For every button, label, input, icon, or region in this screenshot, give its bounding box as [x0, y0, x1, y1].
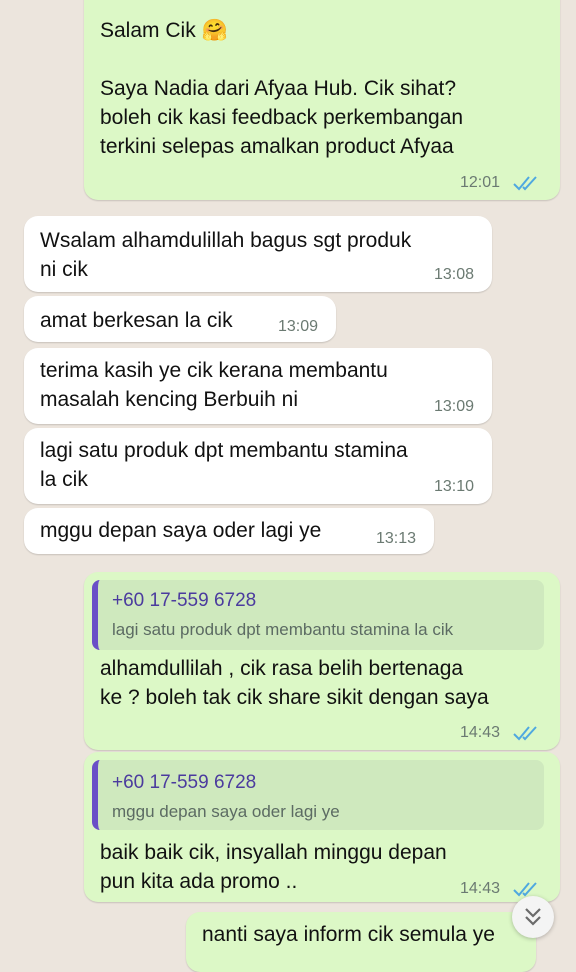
message-text: Salam Cik 🤗 Saya Nadia dari Afyaa Hub. C…	[100, 19, 464, 158]
message-time: 14:43	[460, 880, 501, 897]
quoted-message[interactable]: +60 17-559 6728 mggu depan saya oder lag…	[92, 760, 544, 830]
message-time: 13:13	[376, 530, 417, 547]
message-text: alhamdullilah , cik rasa belih bertenaga…	[100, 657, 489, 709]
message-incoming-1[interactable]: Wsalam alhamdulillah bagus sgt produk ni…	[24, 216, 492, 292]
quoted-sender: +60 17-559 6728	[112, 772, 257, 793]
message-incoming-4[interactable]: lagi satu produk dpt membantu stamina la…	[24, 428, 492, 504]
quoted-sender: +60 17-559 6728	[112, 590, 257, 611]
message-text: mggu depan saya oder lagi ye	[40, 519, 322, 542]
message-time: 13:09	[434, 398, 475, 415]
message-text: Wsalam alhamdulillah bagus sgt produk ni…	[40, 229, 412, 281]
double-check-icon	[513, 726, 537, 741]
message-time: 13:08	[434, 266, 475, 283]
double-check-icon	[513, 176, 537, 191]
scroll-to-bottom-button[interactable]	[512, 896, 554, 938]
message-text: terima kasih ye cik kerana membantu masa…	[40, 359, 388, 411]
message-text: lagi satu produk dpt membantu stamina la…	[40, 439, 408, 491]
message-time: 13:09	[278, 318, 319, 335]
message-outgoing-4[interactable]: nanti saya inform cik semula ye	[186, 912, 536, 972]
chevron-double-down-icon	[525, 908, 541, 926]
message-time: 13:10	[434, 478, 475, 495]
message-incoming-2[interactable]: amat berkesan la cik 13:09	[24, 296, 336, 342]
message-outgoing-3[interactable]: +60 17-559 6728 mggu depan saya oder lag…	[84, 752, 560, 902]
message-time: 12:01	[460, 174, 501, 191]
quoted-message[interactable]: +60 17-559 6728 lagi satu produk dpt mem…	[92, 580, 544, 650]
message-outgoing-1[interactable]: Salam Cik 🤗 Saya Nadia dari Afyaa Hub. C…	[84, 0, 560, 200]
quoted-text: lagi satu produk dpt membantu stamina la…	[112, 620, 454, 639]
message-time: 14:43	[460, 724, 501, 741]
message-outgoing-2[interactable]: +60 17-559 6728 lagi satu produk dpt mem…	[84, 572, 560, 750]
message-incoming-5[interactable]: mggu depan saya oder lagi ye 13:13	[24, 508, 434, 554]
message-text: amat berkesan la cik	[40, 309, 233, 332]
message-incoming-3[interactable]: terima kasih ye cik kerana membantu masa…	[24, 348, 492, 424]
quoted-text: mggu depan saya oder lagi ye	[112, 802, 340, 821]
message-text: nanti saya inform cik semula ye	[202, 923, 495, 946]
